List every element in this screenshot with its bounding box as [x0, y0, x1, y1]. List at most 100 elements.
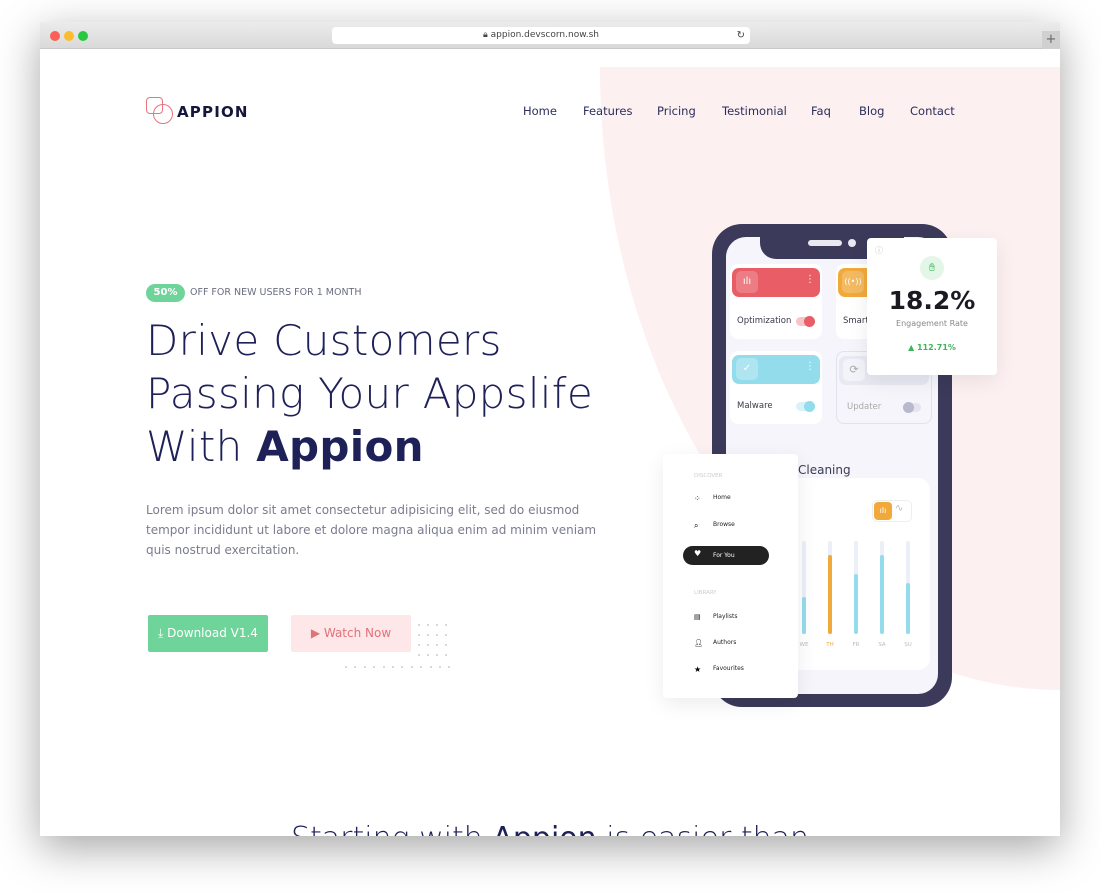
new-tab-button[interactable]: + — [1042, 31, 1060, 49]
signal-icon: ((•)) — [842, 271, 864, 293]
logo[interactable]: APPION — [146, 95, 247, 127]
dot — [439, 666, 441, 668]
chart-bar-track — [906, 541, 910, 634]
chart-day-label: FR — [852, 642, 860, 648]
arrow-up-icon: ▲ — [908, 343, 918, 352]
malware-card[interactable]: ✓ ⋮ Malware — [730, 351, 822, 424]
page: APPION Home Features Pricing Testimonial… — [40, 49, 1060, 836]
menu-browse[interactable]: ⌕ Browse — [663, 521, 798, 535]
dot — [427, 644, 429, 646]
bar-chart-icon: ılı — [736, 271, 758, 293]
dot — [354, 666, 357, 668]
close-window-button[interactable] — [50, 31, 60, 41]
check-circle-icon: ✓ — [736, 358, 758, 380]
dot — [401, 666, 404, 668]
url-text: appion.devscorn.now.sh — [490, 30, 599, 40]
engagement-label: Engagement Rate — [896, 319, 968, 328]
reload-icon[interactable]: ↻ — [737, 27, 745, 44]
dot — [418, 654, 420, 656]
dot — [420, 666, 423, 668]
dot — [445, 644, 447, 646]
discount-badge: 50% — [146, 284, 185, 302]
dot — [445, 654, 447, 656]
grid-icon: ⁘ — [694, 494, 701, 503]
search-icon: ⌕ — [694, 521, 699, 530]
discount-text: OFF FOR NEW USERS FOR 1 MONTH — [190, 287, 362, 298]
menu-authors[interactable]: 👤︎ Authors — [663, 639, 798, 653]
dot — [418, 634, 420, 636]
chart-bar-track — [802, 541, 806, 634]
chart-bar-track — [854, 541, 858, 634]
refresh-icon: ⟳ — [843, 359, 865, 381]
dot — [436, 654, 438, 656]
cleaning-heading: Cleaning — [798, 463, 851, 477]
address-bar[interactable]: 🔒︎ appion.devscorn.now.sh ↻ — [332, 27, 750, 44]
optimization-card[interactable]: ılı ⋮ Optimization — [730, 264, 822, 339]
menu-home[interactable]: ⁘ Home — [663, 494, 798, 508]
lock-icon: 🔒︎ — [483, 30, 491, 40]
nav-testimonial[interactable]: Testimonial — [722, 104, 787, 118]
logo-circle-icon — [153, 104, 173, 124]
cleaning-chart-card: ılı ∿ WE TH FR SA SU — [780, 478, 930, 670]
chart-type-toggle[interactable]: ılı ∿ — [872, 500, 912, 522]
nav-blog[interactable]: Blog — [859, 104, 884, 118]
dot — [410, 666, 413, 668]
browser-window: 🔒︎ appion.devscorn.now.sh ↻ + APPION Home… — [40, 22, 1060, 836]
dot — [436, 634, 438, 636]
menu-for-you[interactable]: ♥ For You — [683, 546, 769, 565]
dot — [373, 666, 376, 668]
updater-toggle[interactable] — [903, 402, 921, 413]
dot — [382, 666, 385, 668]
maximize-window-button[interactable] — [78, 31, 88, 41]
dot — [392, 666, 394, 668]
browser-titlebar: 🔒︎ appion.devscorn.now.sh ↻ + — [40, 22, 1060, 49]
nav-features[interactable]: Features — [583, 104, 632, 118]
engagement-card: ⓘ ✋︎ 18.2% Engagement Rate ▲ 112.71% — [867, 238, 997, 375]
nav-pricing[interactable]: Pricing — [657, 104, 696, 118]
heart-icon: ♥ — [694, 549, 702, 558]
hero-title: Drive Customers Passing Your Appslife Wi… — [146, 316, 593, 471]
dot — [418, 644, 420, 646]
chart-day-label: TH — [826, 642, 834, 648]
menu-card: DISCOVER ⁘ Home ⌕ Browse ♥ For You LIBRARY … — [663, 454, 798, 698]
chart-bar-track — [880, 541, 884, 634]
download-icon: ⤓ — [158, 626, 168, 640]
more-icon[interactable]: ⋮ — [805, 361, 815, 372]
dot — [363, 666, 366, 668]
decorative-dots — [340, 624, 451, 674]
minimize-window-button[interactable] — [64, 31, 74, 41]
dot — [436, 624, 438, 626]
dot — [429, 666, 432, 668]
hand-icon: ✋︎ — [920, 256, 944, 280]
engagement-change: ▲ 112.71% — [908, 343, 956, 352]
dot — [427, 624, 429, 626]
library-label: LIBRARY — [694, 590, 717, 596]
chart-bar-we — [802, 596, 806, 634]
dot — [445, 624, 447, 626]
chart-day-label: SA — [878, 642, 886, 648]
user-icon: 👤︎ — [694, 639, 703, 647]
chart-bar-su — [906, 582, 910, 634]
nav-faq[interactable]: Faq — [811, 104, 831, 118]
dot — [445, 634, 447, 636]
bar-chart-icon[interactable]: ılı — [874, 502, 892, 520]
dot — [418, 624, 420, 626]
more-icon[interactable]: ⋮ — [805, 274, 815, 285]
chart-bar-track — [828, 541, 832, 634]
menu-playlists[interactable]: ▤ Playlists — [663, 613, 798, 627]
nav-contact[interactable]: Contact — [910, 104, 955, 118]
star-icon: ★ — [694, 665, 702, 674]
info-icon[interactable]: ⓘ — [875, 245, 883, 256]
dot — [345, 666, 347, 668]
download-button[interactable]: ⤓ Download V1.4 — [148, 615, 268, 652]
nav-home[interactable]: Home — [523, 104, 557, 118]
discover-label: DISCOVER — [694, 473, 723, 479]
line-chart-icon[interactable]: ∿ — [895, 503, 903, 514]
play-icon: ▶ — [310, 626, 324, 640]
dot — [427, 634, 429, 636]
dot — [427, 654, 429, 656]
optimization-toggle[interactable] — [796, 316, 815, 327]
dot — [448, 666, 451, 668]
menu-favourites[interactable]: ★ Favourites — [663, 665, 798, 679]
malware-toggle[interactable] — [796, 401, 815, 412]
